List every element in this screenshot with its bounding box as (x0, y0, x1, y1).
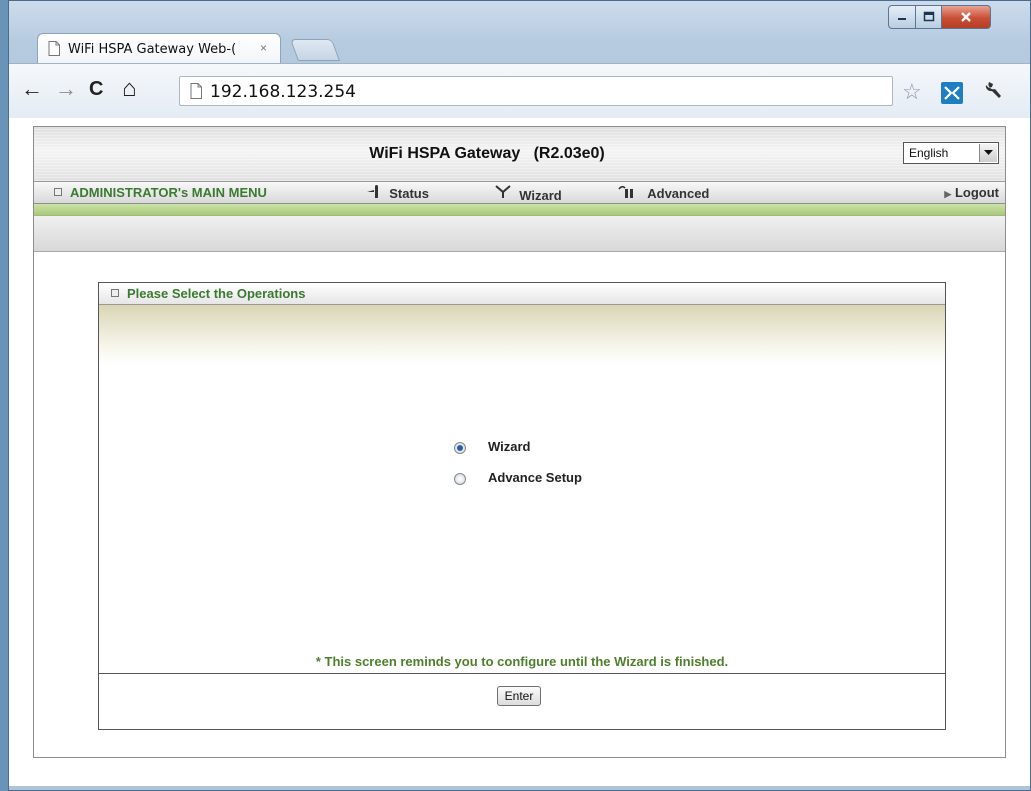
menu-advanced-label: Advanced (647, 186, 710, 201)
dropdown-arrow (984, 150, 993, 155)
menu-status[interactable]: Status (366, 185, 429, 201)
sub-header-bar (34, 216, 1005, 252)
wrench-shape (985, 82, 1001, 98)
maximize-button[interactable] (915, 5, 942, 29)
admin-menu-label: ADMINISTRATOR's MAIN MENU (70, 185, 267, 200)
advanced-icon (618, 185, 633, 198)
square-bullet-icon (111, 289, 119, 297)
panel-title: Please Select the Operations (111, 286, 305, 301)
page-icon (48, 41, 60, 56)
minimize-button[interactable] (888, 5, 916, 29)
browser-toolbar: ← → C ⌂ 192.168.123.254 ☆ (9, 63, 1030, 119)
forward-button[interactable]: → (55, 74, 77, 104)
panel-title-text: Please Select the Operations (127, 286, 306, 301)
wrench-icon[interactable] (983, 78, 1005, 106)
page-header: WiFi HSPA Gateway (R2.03e0) English (34, 127, 1005, 182)
close-window-button[interactable] (941, 5, 991, 29)
option-advance-setup-label: Advance Setup (488, 470, 582, 485)
square-bullet-icon (54, 188, 62, 196)
status-icon (367, 185, 378, 198)
title-bar: WiFi HSPA Gateway Web-( × (9, 1, 1030, 65)
caret-right-icon: ▶ (944, 189, 952, 199)
web-viewport: WiFi HSPA Gateway (R2.03e0) English ADMI… (9, 118, 1030, 786)
arrows-icon (944, 86, 960, 100)
panel-header: Please Select the Operations (99, 283, 945, 305)
option-wizard-label: Wizard (488, 439, 531, 454)
chevron-down-icon[interactable] (979, 144, 997, 162)
accent-bar (34, 204, 1005, 216)
menu-wizard-label: Wizard (519, 188, 562, 203)
wizard-reminder-note: * This screen reminds you to configure u… (315, 654, 729, 669)
menu-wizard[interactable]: Wizard (494, 185, 562, 203)
maximize-icon (923, 11, 934, 22)
panel-footer: Enter (99, 673, 945, 730)
firmware-version: (R2.03e0) (533, 145, 605, 162)
router-page: WiFi HSPA Gateway (R2.03e0) English ADMI… (33, 126, 1006, 758)
enter-button[interactable]: Enter (497, 686, 541, 706)
page-icon (190, 83, 202, 99)
advance-setup-radio[interactable] (454, 473, 466, 485)
menu-logout-label: Logout (954, 185, 999, 200)
language-select[interactable]: English (903, 142, 999, 164)
menu-status-label: Status (389, 186, 429, 201)
tab-title: WiFi HSPA Gateway Web-( (68, 42, 237, 57)
product-name: WiFi HSPA Gateway (369, 145, 521, 162)
main-menu-bar: ADMINISTRATOR's MAIN MENU Status Wizard (34, 182, 1005, 204)
close-icon (961, 12, 971, 22)
operations-panel: Please Select the Operations Wizard Adva… (98, 282, 946, 730)
page-title: WiFi HSPA Gateway (R2.03e0) (34, 145, 1005, 163)
bookmark-star-icon[interactable]: ☆ (902, 80, 922, 104)
address-bar[interactable]: 192.168.123.254 (179, 76, 893, 106)
back-button[interactable]: ← (21, 74, 43, 104)
panel-header-gradient (99, 305, 945, 365)
wizard-icon (495, 185, 511, 198)
menu-advanced[interactable]: Advanced (618, 185, 709, 201)
tab-close-icon[interactable]: × (260, 41, 267, 55)
new-tab-button[interactable] (289, 39, 341, 61)
reload-button[interactable]: C (89, 74, 103, 104)
menu-logout[interactable]: ▶ Logout (944, 185, 999, 200)
language-value: English (909, 146, 949, 160)
minimize-icon (898, 18, 906, 20)
extension-icon[interactable] (941, 82, 963, 104)
admin-menu-title: ADMINISTRATOR's MAIN MENU (54, 185, 267, 200)
wizard-radio[interactable] (454, 442, 466, 454)
url-text[interactable]: 192.168.123.254 (210, 82, 356, 102)
home-button[interactable]: ⌂ (122, 74, 137, 104)
browser-window: WiFi HSPA Gateway Web-( × ← → C ⌂ 192.16… (8, 0, 1031, 791)
browser-tab[interactable]: WiFi HSPA Gateway Web-( × (37, 33, 281, 65)
